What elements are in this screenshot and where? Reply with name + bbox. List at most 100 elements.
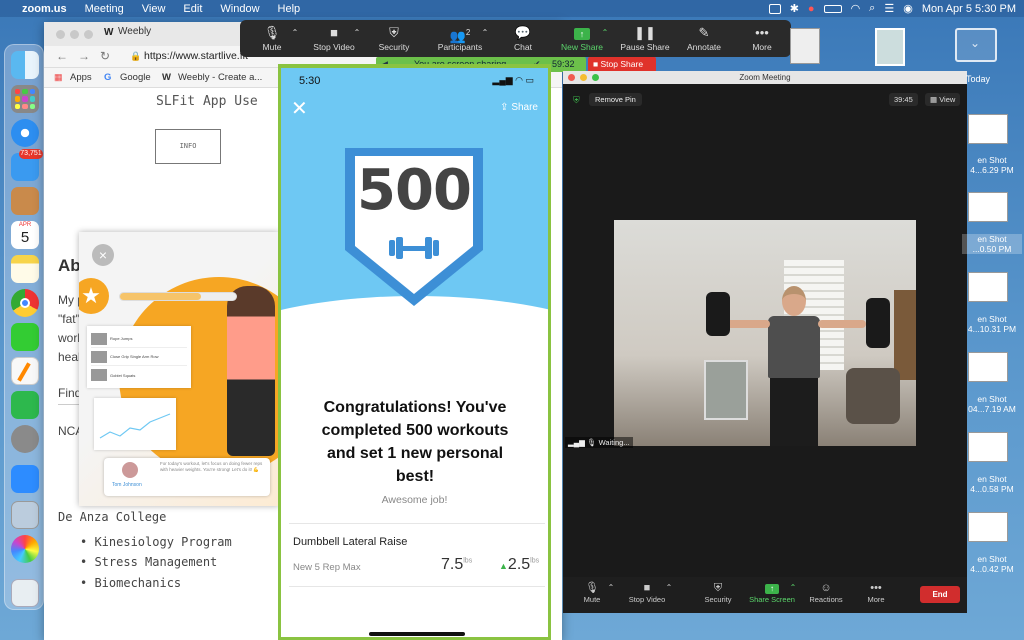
zoom-more-button[interactable]: ••• More [865,581,887,604]
safari-icon[interactable] [11,119,39,147]
zoom-mute-chevron[interactable]: ⌃ [607,581,615,595]
photos-icon[interactable] [11,535,39,563]
menu-meeting[interactable]: Meeting [85,3,124,15]
chat-card: Tom Johnson For today's workout, let's f… [104,458,270,496]
control-center-icon[interactable]: ☰ [884,2,894,15]
desktop-doc-icon[interactable] [790,28,820,64]
screenshot-file-label[interactable]: en Shot 4...10.31 PM [962,314,1022,334]
participants-options-chevron[interactable]: ⌃ [480,20,490,57]
new-share-button[interactable]: ↑ New Share [558,20,606,57]
back-icon[interactable]: ← [56,49,68,63]
close-window-button[interactable] [568,74,575,81]
browser-tab-title[interactable]: Weebly [118,26,151,37]
view-button[interactable]: ▦ View [925,93,961,106]
url-field[interactable]: https://www.startlive.fit [144,50,248,62]
close-icon[interactable]: ✕ [291,96,308,121]
bluetooth-icon[interactable]: ✱ [790,2,799,15]
signal-icon: ▂▄▆ [568,438,585,447]
screenshot-file-thumbnail[interactable] [968,114,1008,144]
zoom-window-button[interactable] [592,74,599,81]
google-icon[interactable]: G [104,72,111,83]
numbers-icon[interactable] [11,391,39,419]
screenshot-file-label[interactable]: en Shot 04...7.19 AM [962,394,1022,414]
calendar-icon[interactable]: APR 5 [11,221,39,249]
minimize-window-button[interactable] [70,30,79,39]
contacts-icon[interactable] [11,187,39,215]
screenshot-file-thumbnail[interactable] [968,352,1008,382]
facetime-icon[interactable] [11,323,39,351]
bookmark-google[interactable]: Google [120,72,151,83]
chevron-up-icon: ⌃ [353,28,361,37]
share-label: Share [511,102,538,113]
menu-edit[interactable]: Edit [183,3,202,15]
share-button[interactable]: ⇪ Share [500,102,538,113]
bookmark-apps[interactable]: Apps [70,72,92,83]
chat-button[interactable]: 💬 Chat [508,20,538,57]
end-meeting-button[interactable]: End [920,586,960,603]
zoom-video-chevron[interactable]: ⌃ [665,581,673,595]
pause-share-button[interactable]: ❚❚ Pause Share [618,20,672,57]
stop-video-button[interactable]: ■ Stop Video [310,20,358,57]
annotate-button[interactable]: ✎ Annotate [682,20,726,57]
stop-square-icon: ■ [593,59,599,69]
preview-icon[interactable] [11,501,39,529]
launchpad-icon[interactable] [11,85,39,113]
apps-icon[interactable]: ▦ [54,72,63,83]
screenshot-file-label[interactable]: en Shot 4...6.29 PM [962,155,1022,175]
mute-options-chevron[interactable]: ⌃ [290,20,300,57]
pages-icon[interactable] [11,357,39,385]
siri-icon[interactable]: ◉ [903,2,913,15]
forward-icon[interactable]: → [78,49,90,63]
zoom-status-icon[interactable] [768,3,781,14]
info-button[interactable]: INFO [155,129,221,164]
zoom-stop-video-button[interactable]: ■ Stop Video [625,581,669,604]
stop-share-button[interactable]: ■ Stop Share [588,57,656,72]
zoom-mute-button[interactable]: 🎙 Mute [581,581,603,604]
recording-icon[interactable]: ● [808,3,815,15]
close-window-button[interactable] [56,30,65,39]
mute-button[interactable]: 🎙 Mute [254,20,290,57]
security-button[interactable]: ⛨ Security [374,20,414,57]
finder-icon[interactable] [11,51,39,79]
screenshot-file-label[interactable]: en Shot 4...0.42 PM [962,554,1022,574]
program-item-3: • Biomechanics [80,576,182,590]
screenshot-file-thumbnail[interactable] [968,192,1008,222]
menu-datetime[interactable]: Mon Apr 5 5:30 PM [922,3,1016,15]
screenshot-file-thumbnail[interactable] [968,432,1008,462]
popup-close-button[interactable]: × [92,244,114,266]
notes-icon[interactable] [11,255,39,283]
bookmark-weebly[interactable]: Weebly - Create a... [178,72,262,83]
weebly-icon[interactable]: W [162,72,171,83]
zoom-security-button[interactable]: ⛨ Security [701,581,735,604]
desktop-folder-icon[interactable]: ⌄ [955,28,997,62]
menu-view[interactable]: View [142,3,166,15]
search-icon[interactable]: ⌕ [869,2,875,15]
zoom-reactions-button[interactable]: ☺ Reactions [807,581,845,604]
video-options-chevron[interactable]: ⌃ [352,20,362,57]
remove-pin-button[interactable]: Remove Pin [589,93,642,106]
menu-app-name[interactable]: zoom.us [22,3,67,15]
more-button[interactable]: ••• More [744,20,780,57]
screenshot-file-label[interactable]: en Shot ...0.50 PM [962,234,1022,254]
chrome-icon[interactable] [11,289,39,317]
share-options-chevron[interactable]: ⌃ [600,20,610,57]
screenshot-file-label[interactable]: en Shot 4...0.58 PM [962,474,1022,494]
zoom-icon[interactable] [11,465,39,493]
zoom-window-button[interactable] [84,30,93,39]
battery-icon[interactable] [823,4,842,13]
menu-window[interactable]: Window [220,3,259,15]
menu-help[interactable]: Help [278,3,301,15]
wifi-icon[interactable]: ◠ [851,2,861,15]
chevron-up-icon: ⌃ [481,28,489,37]
encryption-shield-icon[interactable]: ⛨ [573,95,580,106]
trash-icon[interactable] [11,579,39,607]
screenshot-file-thumbnail[interactable] [968,512,1008,542]
sharing-timer: 59:32 [552,59,575,69]
desktop-photo-icon[interactable] [875,28,905,66]
reload-icon[interactable]: ↻ [100,49,110,63]
screenshot-file-thumbnail[interactable] [968,272,1008,302]
zoom-share-chevron[interactable]: ⌃ [789,581,797,595]
participant-video [614,220,916,446]
system-preferences-icon[interactable] [11,425,39,453]
minimize-window-button[interactable] [580,74,587,81]
